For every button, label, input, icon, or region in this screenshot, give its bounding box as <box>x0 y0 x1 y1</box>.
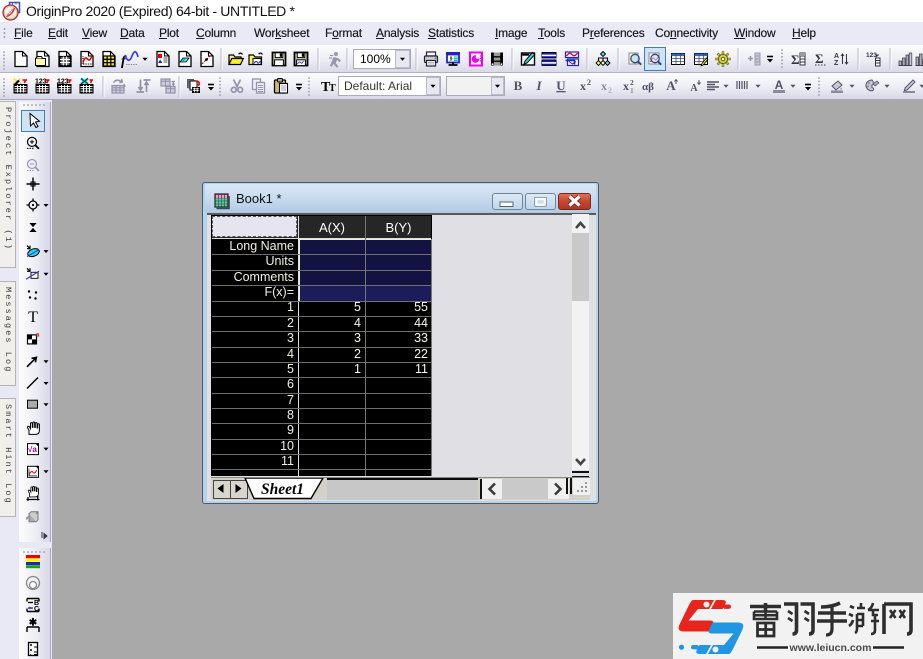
svg-text:Sheet1: Sheet1 <box>261 481 304 498</box>
svg-text:Default: Arial: Default: Arial <box>344 79 412 93</box>
svg-text:Z: Z <box>834 60 839 67</box>
svg-text:x: x <box>623 79 629 93</box>
svg-text:2: 2 <box>608 86 612 95</box>
svg-text:Σ: Σ <box>815 51 824 66</box>
svg-text:x: x <box>580 79 586 93</box>
svg-text:αβ: αβ <box>642 81 654 93</box>
svg-text:T: T <box>329 83 336 94</box>
svg-text:100%: 100% <box>360 52 391 66</box>
svg-text:A: A <box>834 53 839 60</box>
svg-text:www.leiucn.com: www.leiucn.com <box>789 642 872 654</box>
svg-text:I: I <box>535 78 542 93</box>
svg-text:A: A <box>690 83 698 94</box>
svg-text:2: 2 <box>587 78 591 87</box>
svg-text:x: x <box>601 79 607 93</box>
svg-text:B: B <box>514 78 523 93</box>
svg-text:C: C <box>34 606 39 613</box>
svg-text:A: A <box>775 78 784 92</box>
svg-text:U: U <box>556 78 566 93</box>
svg-text:√a: √a <box>28 445 37 454</box>
svg-text:Σ: Σ <box>791 52 800 67</box>
svg-text:T: T <box>28 309 38 326</box>
svg-text:1: 1 <box>630 86 634 95</box>
